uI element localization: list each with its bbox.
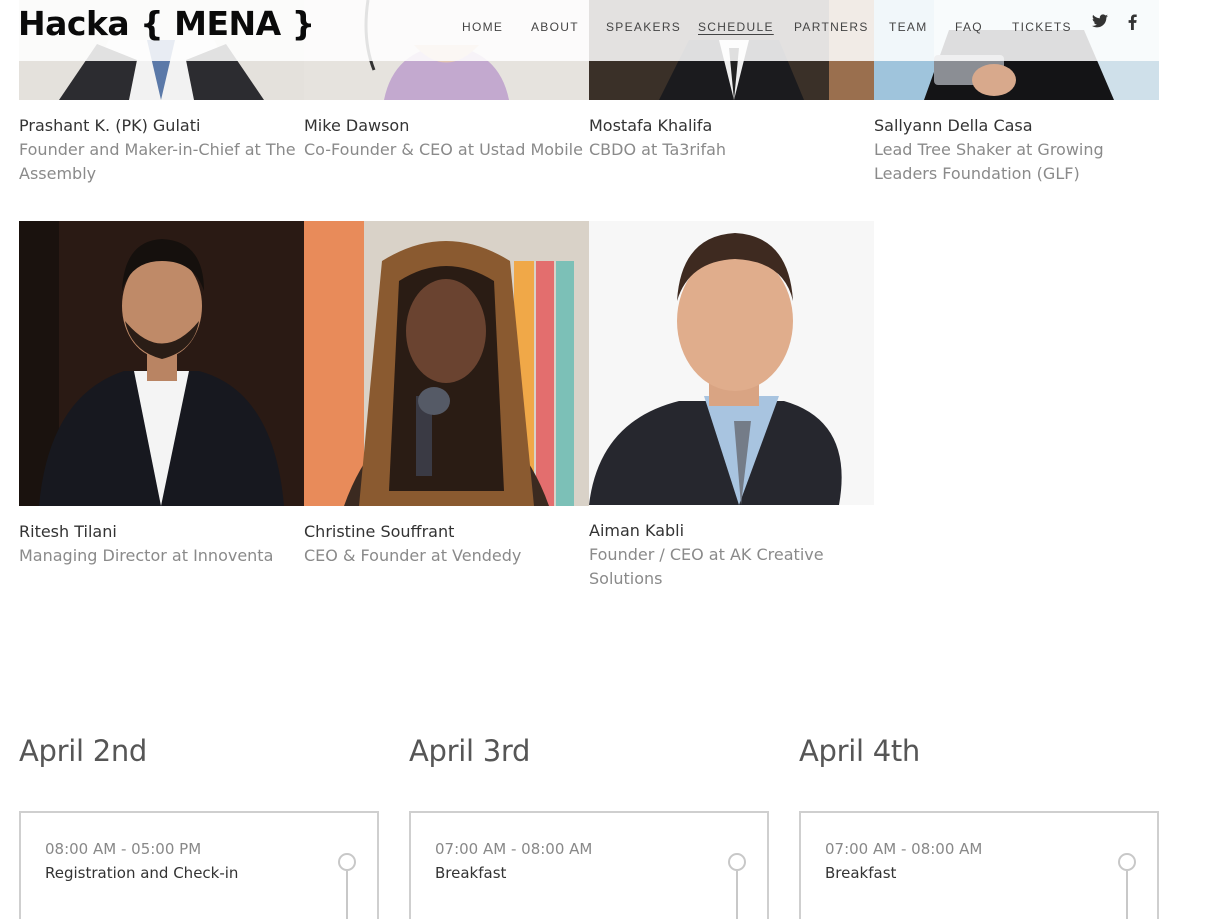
nav-faq[interactable]: FAQ [955, 20, 983, 34]
speaker-name: Aiman Kabli [589, 521, 685, 540]
speaker-name: Ritesh Tilani [19, 522, 117, 541]
day-title: April 2nd [19, 734, 148, 768]
timeline-marker [728, 853, 746, 871]
speaker-photo [19, 221, 304, 506]
speaker-role: Co-Founder & CEO at Ustad Mobile [304, 140, 583, 159]
event-title: Breakfast [435, 864, 507, 882]
twitter-icon[interactable] [1092, 14, 1108, 28]
event-time: 07:00 AM - 08:00 AM [825, 840, 983, 858]
event-title: Breakfast [825, 864, 897, 882]
event-time: 08:00 AM - 05:00 PM [45, 840, 202, 858]
page: Prashant K. (PK) Gulati Founder and Make… [0, 0, 1214, 919]
timeline-marker [338, 853, 356, 871]
speaker-role: Lead Tree Shaker at Growing Leaders Foun… [874, 140, 1104, 183]
event-time: 07:00 AM - 08:00 AM [435, 840, 593, 858]
timeline-line [346, 871, 348, 919]
speaker-card[interactable]: Aiman Kabli Founder / CEO at AK Creative… [589, 221, 874, 591]
day-title: April 4th [799, 734, 921, 768]
site-header: Hacka { MENA } HOME ABOUT SPEAKERS SCHED… [0, 0, 1159, 61]
timeline-line [1126, 871, 1128, 919]
nav-partners[interactable]: PARTNERS [794, 20, 869, 34]
speaker-name: Christine Souffrant [304, 522, 455, 541]
schedule-day: April 4th 07:00 AM - 08:00 AM Breakfast [799, 730, 1159, 919]
speaker-role: CBDO at Ta3rifah [589, 140, 727, 159]
event-card[interactable]: 08:00 AM - 05:00 PM Registration and Che… [19, 811, 379, 919]
nav-about[interactable]: ABOUT [531, 20, 579, 34]
speaker-role: Founder / CEO at AK Creative Solutions [589, 545, 824, 588]
schedule-day: April 3rd 07:00 AM - 08:00 AM Breakfast [409, 730, 769, 919]
speaker-name: Sallyann Della Casa [874, 116, 1033, 135]
speaker-photo [589, 221, 874, 505]
nav-schedule[interactable]: SCHEDULE [698, 20, 774, 34]
facebook-icon[interactable] [1128, 14, 1137, 30]
speaker-name: Mostafa Khalifa [589, 116, 713, 135]
nav-tickets[interactable]: TICKETS [1012, 20, 1072, 34]
event-title: Registration and Check-in [45, 864, 239, 882]
main-nav: HOME ABOUT SPEAKERS SCHEDULE PARTNERS TE… [0, 20, 1159, 40]
event-card[interactable]: 07:00 AM - 08:00 AM Breakfast [409, 811, 769, 919]
nav-speakers[interactable]: SPEAKERS [606, 20, 681, 34]
speaker-name: Mike Dawson [304, 116, 410, 135]
speaker-photo [304, 221, 589, 506]
day-title: April 3rd [409, 734, 531, 768]
speaker-card[interactable]: Ritesh Tilani Managing Director at Innov… [19, 221, 304, 568]
speaker-role: Founder and Maker-in-Chief at The Assemb… [19, 140, 296, 183]
nav-home[interactable]: HOME [462, 20, 503, 34]
timeline-line [736, 871, 738, 919]
schedule-day: April 2nd 08:00 AM - 05:00 PM Registrati… [19, 730, 379, 919]
timeline-marker [1118, 853, 1136, 871]
speaker-name: Prashant K. (PK) Gulati [19, 116, 201, 135]
speaker-role: Managing Director at Innoventa [19, 546, 274, 565]
event-card[interactable]: 07:00 AM - 08:00 AM Breakfast [799, 811, 1159, 919]
nav-team[interactable]: TEAM [889, 20, 928, 34]
speaker-card[interactable]: Christine Souffrant CEO & Founder at Ven… [304, 221, 589, 568]
speaker-role: CEO & Founder at Vendedy [304, 546, 522, 565]
